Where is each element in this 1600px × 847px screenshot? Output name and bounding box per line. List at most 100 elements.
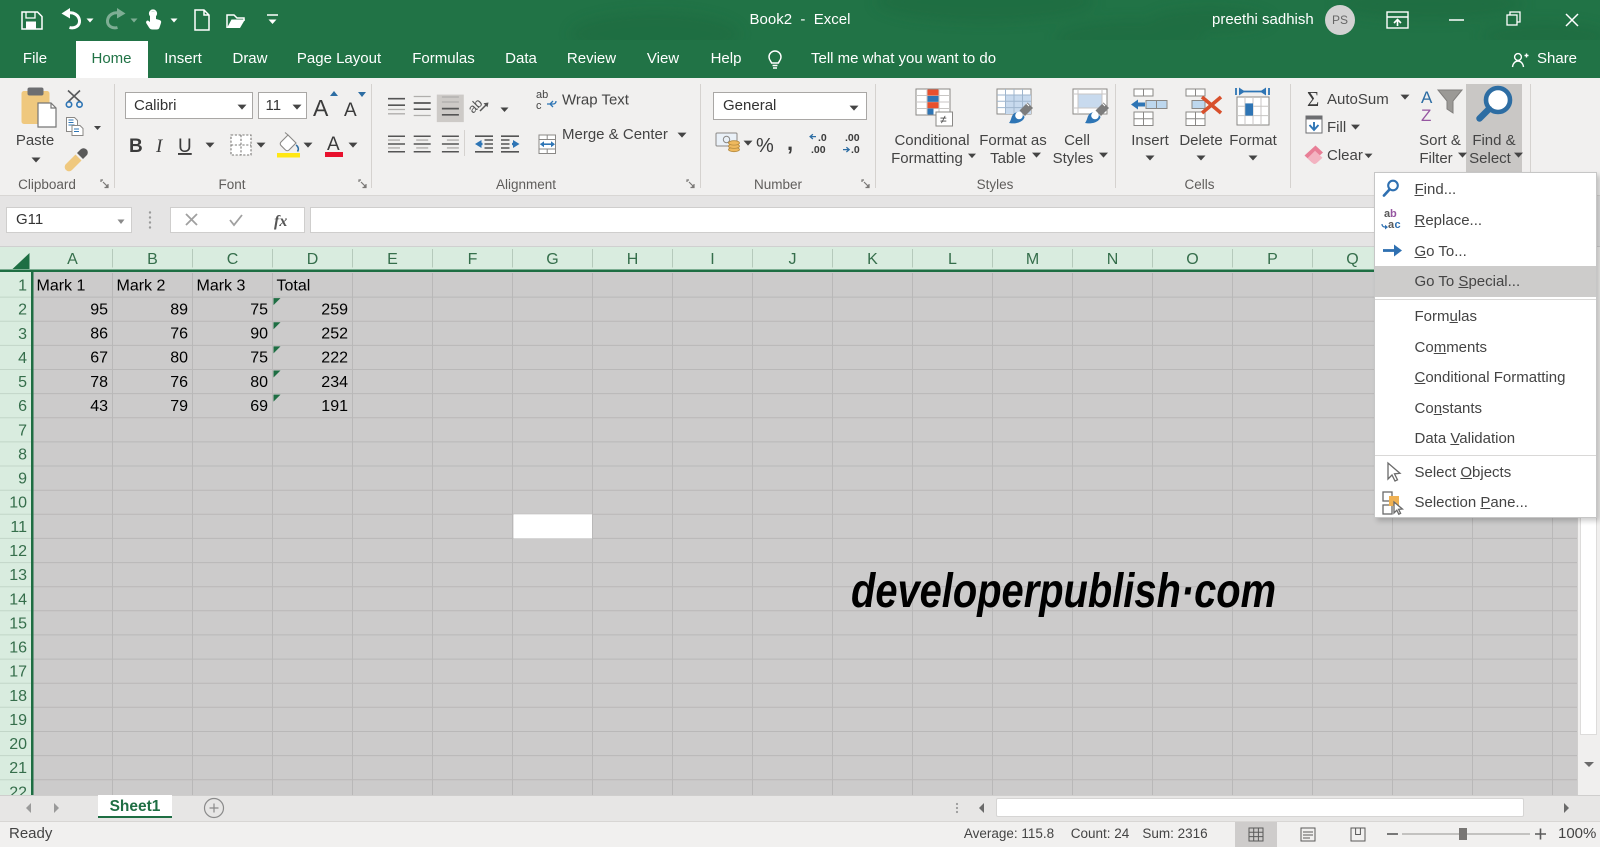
svg-text:G: G — [546, 251, 558, 268]
svg-text:,: , — [787, 130, 793, 155]
svg-text:Table: Table — [990, 150, 1026, 167]
svg-text:Format as: Format as — [979, 132, 1047, 149]
svg-text:191: 191 — [321, 398, 348, 415]
svg-text:Wrap Text: Wrap Text — [562, 92, 630, 109]
svg-text:259: 259 — [321, 301, 348, 318]
svg-text:Paste: Paste — [16, 132, 54, 149]
svg-text:.00: .00 — [845, 132, 860, 144]
svg-text:67: 67 — [90, 350, 108, 367]
svg-text:A: A — [1421, 88, 1433, 107]
svg-text:76: 76 — [170, 326, 188, 343]
svg-text:3: 3 — [18, 326, 27, 343]
svg-text:A: A — [313, 95, 329, 121]
svg-text:11: 11 — [10, 519, 27, 536]
svg-text:Merge & Center: Merge & Center — [562, 126, 668, 143]
svg-text:Fill: Fill — [1327, 119, 1346, 136]
svg-text:234: 234 — [321, 374, 348, 391]
svg-text:43: 43 — [90, 398, 108, 415]
svg-text:B: B — [147, 251, 158, 268]
svg-text:Z: Z — [1421, 106, 1431, 125]
svg-text:fx: fx — [274, 213, 287, 230]
svg-text:9: 9 — [18, 471, 27, 488]
svg-text:Styles: Styles — [1053, 150, 1094, 167]
svg-text:U: U — [178, 136, 192, 157]
svg-text:21: 21 — [9, 760, 27, 777]
svg-text:I: I — [155, 136, 164, 157]
svg-text:13: 13 — [9, 567, 27, 584]
svg-text:Total: Total — [277, 277, 311, 294]
svg-text:76: 76 — [170, 374, 188, 391]
svg-text:A: A — [327, 134, 340, 155]
svg-text:18: 18 — [9, 688, 27, 705]
svg-text:O: O — [1186, 251, 1198, 268]
svg-text:Sort &: Sort & — [1419, 132, 1461, 149]
svg-text:AutoSum: AutoSum — [1327, 91, 1389, 108]
svg-text:Conditional: Conditional — [894, 132, 969, 149]
svg-text:L: L — [948, 251, 957, 268]
svg-text:7: 7 — [18, 422, 27, 439]
svg-text:14: 14 — [9, 591, 27, 608]
svg-text:12: 12 — [9, 543, 27, 560]
svg-text:20: 20 — [9, 736, 27, 753]
svg-text:2: 2 — [18, 302, 27, 319]
svg-text:Find &: Find & — [1472, 132, 1515, 149]
svg-text:Select: Select — [1469, 150, 1512, 167]
svg-text:222: 222 — [321, 350, 348, 367]
svg-text:Mark 2: Mark 2 — [117, 277, 166, 294]
svg-text:D: D — [307, 251, 319, 268]
svg-text:Q: Q — [1346, 251, 1358, 268]
svg-text:Cell: Cell — [1064, 132, 1090, 149]
svg-text:c: c — [1394, 219, 1400, 231]
svg-text:75: 75 — [250, 350, 268, 367]
svg-text:89: 89 — [170, 301, 188, 318]
svg-text:86: 86 — [90, 326, 108, 343]
svg-text:.0: .0 — [818, 132, 827, 144]
svg-text:17: 17 — [9, 664, 27, 681]
svg-text:1: 1 — [18, 278, 27, 295]
svg-text:69: 69 — [250, 398, 268, 415]
svg-text:A: A — [344, 100, 357, 121]
svg-text:10: 10 — [9, 495, 27, 512]
svg-text:80: 80 — [170, 350, 188, 367]
svg-text:75: 75 — [250, 301, 268, 318]
svg-text:J: J — [789, 251, 797, 268]
svg-text:N: N — [1107, 251, 1119, 268]
svg-text:P: P — [1267, 251, 1278, 268]
svg-text:Insert: Insert — [1131, 132, 1169, 149]
svg-text:Mark 1: Mark 1 — [37, 277, 86, 294]
svg-text:6: 6 — [18, 398, 27, 415]
svg-text:19: 19 — [9, 712, 27, 729]
svg-text:ab: ab — [465, 95, 486, 116]
svg-text:B: B — [129, 136, 143, 157]
svg-text:78: 78 — [90, 374, 108, 391]
svg-text:A: A — [67, 251, 78, 268]
svg-text:c: c — [536, 100, 542, 112]
svg-text:.00: .00 — [811, 144, 826, 156]
svg-text:Format: Format — [1229, 132, 1277, 149]
svg-text:90: 90 — [250, 326, 268, 343]
svg-text:H: H — [627, 251, 639, 268]
svg-text:15: 15 — [9, 615, 27, 632]
svg-text:I: I — [710, 251, 714, 268]
svg-text:Clear: Clear — [1327, 147, 1363, 164]
svg-text:79: 79 — [170, 398, 188, 415]
svg-text:E: E — [387, 251, 398, 268]
svg-text:%: % — [756, 135, 774, 157]
svg-text:F: F — [468, 251, 478, 268]
svg-text:95: 95 — [90, 301, 108, 318]
svg-text:252: 252 — [321, 326, 348, 343]
svg-text:4: 4 — [18, 350, 27, 367]
svg-text:22: 22 — [9, 784, 27, 795]
svg-text:5: 5 — [18, 374, 27, 391]
svg-text:Filter: Filter — [1419, 150, 1452, 167]
svg-text:Formatting: Formatting — [891, 150, 963, 167]
svg-text:16: 16 — [9, 640, 27, 657]
svg-text:C: C — [227, 251, 239, 268]
svg-text:M: M — [1026, 251, 1039, 268]
svg-text:80: 80 — [250, 374, 268, 391]
svg-text:Σ: Σ — [1307, 87, 1319, 111]
svg-text:Mark 3: Mark 3 — [197, 277, 246, 294]
svg-text:Delete: Delete — [1179, 132, 1222, 149]
svg-text:K: K — [867, 251, 878, 268]
svg-text:8: 8 — [18, 447, 27, 464]
